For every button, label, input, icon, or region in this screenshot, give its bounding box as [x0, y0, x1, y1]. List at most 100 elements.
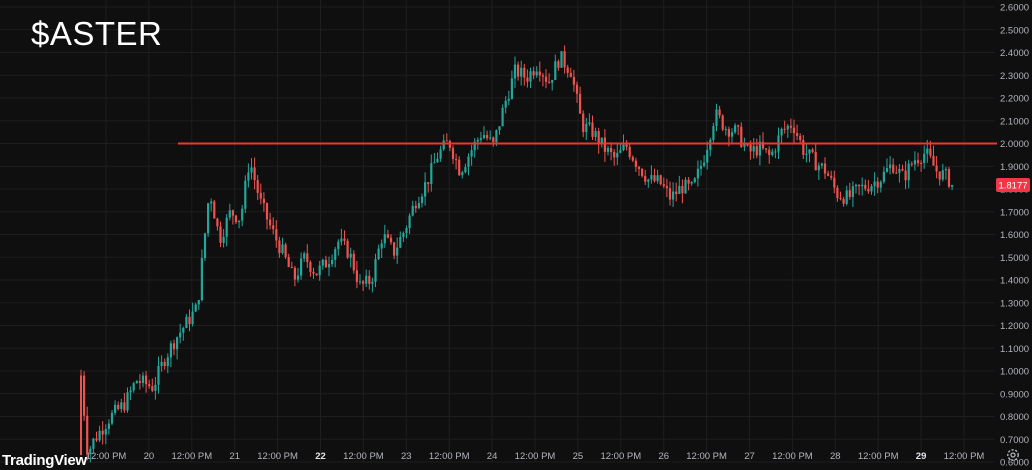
candle-body [820, 163, 823, 166]
candle-body [947, 169, 951, 187]
candle-body [870, 185, 873, 192]
candle-body [861, 184, 864, 187]
candle-body [699, 165, 703, 169]
candle-body [619, 150, 622, 153]
candle-body [414, 205, 417, 209]
candle-body [737, 125, 740, 127]
candle-body [684, 179, 687, 194]
candle-body [836, 187, 839, 199]
candle-body [544, 76, 548, 82]
candle-body [83, 375, 86, 416]
y-tick-label: 1.3000 [1000, 298, 1029, 309]
candle-body [166, 357, 169, 367]
candle-body [842, 198, 845, 204]
x-tick-label: 22 [315, 451, 326, 462]
candle-body [284, 244, 287, 258]
candle-body [734, 125, 737, 133]
candle-body [231, 210, 234, 216]
candle-body [157, 366, 160, 385]
candle-body [442, 140, 445, 150]
candle-body [898, 169, 901, 173]
candle-body [247, 172, 250, 181]
candle-body [275, 229, 278, 241]
candle-body [383, 234, 386, 244]
candle-body [951, 184, 954, 187]
candle-body [420, 196, 424, 204]
candle-body [709, 139, 712, 150]
current-price-label: 1.8177 [998, 180, 1027, 191]
candle-body [789, 125, 792, 128]
x-tick-label: 12:00 PM [86, 451, 127, 462]
candle-body [436, 158, 439, 163]
candle-body [904, 170, 907, 181]
candle-body [730, 132, 734, 137]
candle-body [687, 179, 690, 184]
gear-icon[interactable] [1004, 446, 1022, 464]
candle-body [253, 167, 256, 181]
candle-body [879, 181, 882, 188]
candle-body [337, 241, 340, 250]
candle-body [892, 164, 895, 173]
y-tick-label: 2.5000 [1000, 25, 1029, 36]
candle-body [526, 77, 529, 82]
candle-body [752, 146, 755, 152]
candle-body [783, 128, 786, 130]
candle-body [309, 262, 312, 272]
candle-body [411, 205, 414, 216]
candle-body [151, 386, 154, 391]
candle-body [486, 134, 489, 139]
candle-body [935, 165, 938, 172]
candle-body [867, 188, 870, 192]
candle-body [445, 140, 448, 142]
x-tick-label: 12:00 PM [686, 451, 727, 462]
candle-body [489, 137, 492, 139]
candle-body [386, 234, 389, 238]
candle-body [259, 192, 262, 199]
chart-title: $ASTER [31, 15, 163, 52]
candle-body [551, 79, 554, 83]
candle-body [169, 343, 172, 358]
candle-body [749, 144, 752, 152]
candle-body [362, 281, 365, 284]
candle-body [724, 128, 727, 130]
candle-body [377, 248, 380, 260]
candle-body [145, 375, 148, 385]
candle-body [470, 150, 473, 157]
x-tick-label: 29 [916, 451, 927, 462]
x-tick-label: 28 [830, 451, 841, 462]
y-tick-label: 1.2000 [1000, 321, 1029, 332]
candle-body [408, 215, 411, 228]
candle-body [312, 271, 315, 274]
candle-body [117, 404, 120, 409]
candle-body [659, 175, 662, 185]
x-tick-label: 20 [144, 451, 155, 462]
candle-body [107, 423, 110, 429]
candle-body [371, 281, 374, 284]
x-tick-label: 12:00 PM [343, 451, 384, 462]
candle-body [340, 238, 343, 242]
candle-body [579, 93, 582, 114]
price-chart[interactable]: 0.60000.70000.80000.90001.00001.10001.20… [0, 0, 1032, 470]
candle-body [830, 175, 833, 178]
candle-body [703, 162, 706, 166]
candle-body [244, 180, 247, 209]
candle-body [461, 172, 464, 176]
x-tick-label: 12:00 PM [858, 451, 899, 462]
candle-body [458, 159, 461, 176]
candle-body [439, 149, 442, 159]
candle-body [650, 175, 653, 180]
candle-body [495, 130, 498, 143]
candle-body [656, 175, 659, 182]
y-tick-label: 2.2000 [1000, 94, 1029, 105]
y-tick-label: 0.9000 [1000, 389, 1029, 400]
candle-body [755, 146, 758, 156]
x-tick-label: 12:00 PM [944, 451, 985, 462]
x-tick-label: 25 [573, 451, 584, 462]
candle-body [597, 131, 600, 145]
candle-body [476, 139, 479, 142]
candle-body [585, 123, 588, 132]
candle-body [833, 177, 836, 188]
candle-body [393, 242, 396, 256]
candle-body [374, 259, 377, 282]
candle-body [513, 64, 517, 79]
